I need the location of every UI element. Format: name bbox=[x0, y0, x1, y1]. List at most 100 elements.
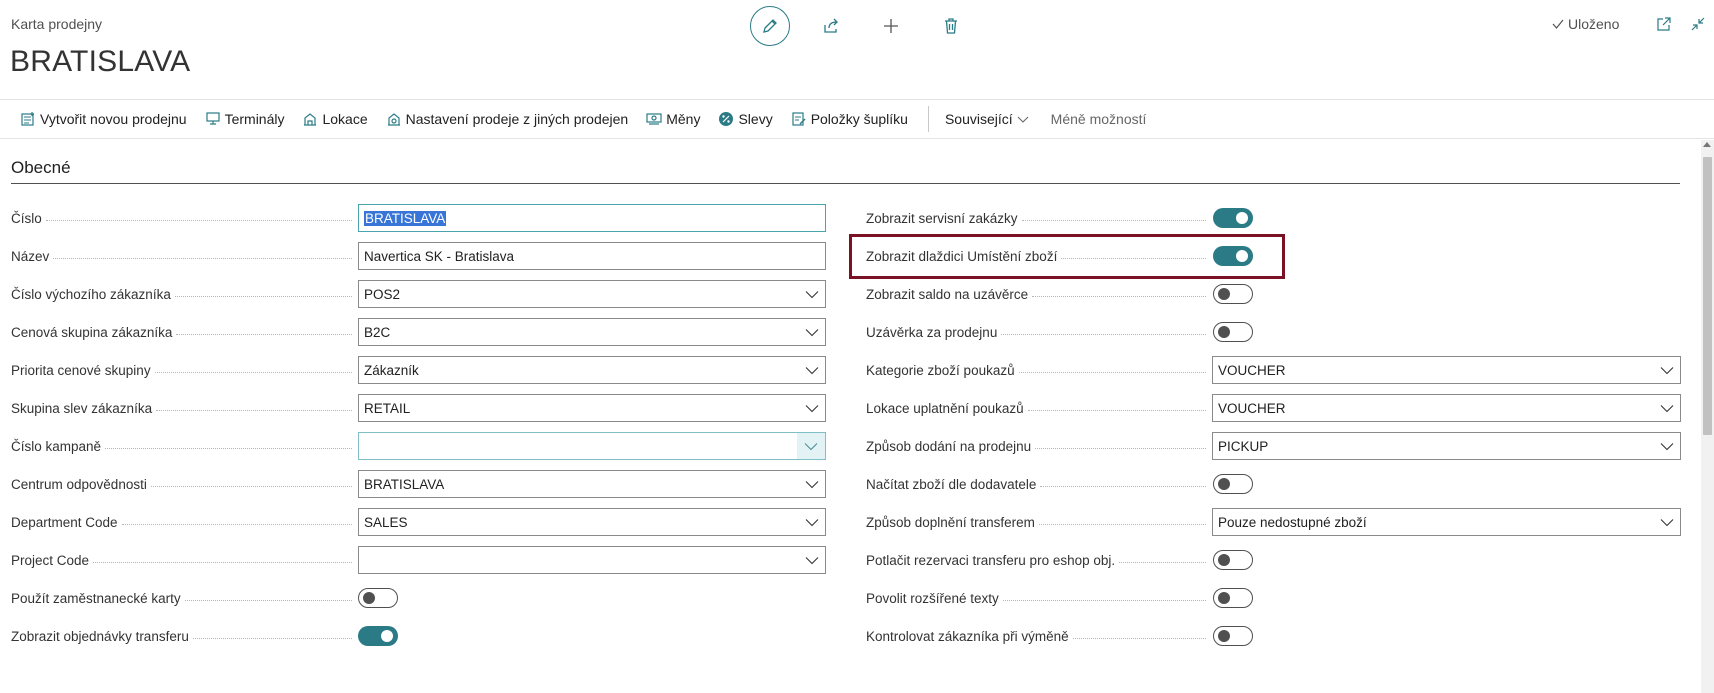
field-label: Způsob doplnění transferem bbox=[866, 508, 1206, 536]
show-closing-balance-toggle[interactable] bbox=[1213, 284, 1253, 304]
field-label: Načítat zboží dle dodavatele bbox=[866, 470, 1206, 498]
action-new-store[interactable]: Vytvořit novou prodejnu bbox=[20, 111, 187, 127]
action-label: Nastavení prodeje z jiných prodejen bbox=[405, 111, 629, 127]
action-label: Lokace bbox=[322, 111, 368, 127]
scrollbar-thumb[interactable] bbox=[1703, 157, 1712, 435]
chevron-down-icon bbox=[805, 291, 819, 299]
pencil-icon bbox=[763, 19, 777, 33]
use-employee-cards-toggle[interactable] bbox=[358, 588, 398, 608]
share-button[interactable] bbox=[812, 7, 850, 45]
responsibility-center-select[interactable]: BRATISLAVA bbox=[358, 470, 826, 498]
field-label: Zobrazit objednávky transferu bbox=[11, 622, 352, 650]
field-label: Kategorie zboží poukazů bbox=[866, 356, 1206, 384]
field-label: Centrum odpovědnosti bbox=[11, 470, 352, 498]
action-currencies[interactable]: Měny bbox=[646, 111, 700, 127]
action-bar: Vytvořit novou prodejnu Terminály Lokace… bbox=[0, 99, 1714, 139]
store-closing-toggle[interactable] bbox=[1213, 322, 1253, 342]
field-label: Department Code bbox=[11, 508, 352, 536]
default-customer-select[interactable]: POS2 bbox=[358, 280, 826, 308]
action-separator bbox=[927, 106, 929, 132]
open-new-window-button[interactable] bbox=[1654, 14, 1674, 34]
customer-discount-group-select[interactable]: RETAIL bbox=[358, 394, 826, 422]
action-label: Související bbox=[944, 111, 1013, 127]
chevron-down-icon bbox=[1660, 443, 1674, 451]
plus-icon bbox=[884, 19, 898, 33]
section-title[interactable]: Obecné bbox=[11, 158, 71, 178]
field-label: Uzávěrka za prodejnu bbox=[866, 318, 1206, 346]
chevron-down-icon bbox=[1660, 405, 1674, 413]
chevron-down-icon bbox=[1660, 367, 1674, 375]
chevron-down-icon bbox=[805, 405, 819, 413]
open-new-window-icon bbox=[1657, 17, 1671, 31]
terminal-icon bbox=[205, 112, 220, 125]
chevron-down-icon bbox=[805, 481, 819, 489]
delete-button[interactable] bbox=[932, 7, 970, 45]
settings-icon bbox=[387, 113, 400, 126]
action-related[interactable]: Související bbox=[945, 111, 1033, 127]
field-label: Kontrolovat zákazníka při výměně bbox=[866, 622, 1206, 650]
action-label: Slevy bbox=[738, 111, 773, 127]
action-terminals[interactable]: Terminály bbox=[205, 111, 285, 127]
number-input[interactable]: BRATISLAVA bbox=[358, 204, 826, 232]
window-controls bbox=[1654, 14, 1708, 34]
field-label: Povolit rozšířené texty bbox=[866, 584, 1206, 612]
load-items-by-vendor-toggle[interactable] bbox=[1213, 474, 1253, 494]
voucher-item-category-select[interactable]: VOUCHER bbox=[1212, 356, 1681, 384]
dropdown-button[interactable] bbox=[797, 433, 825, 459]
section-divider bbox=[11, 183, 1680, 184]
header-actions bbox=[750, 6, 992, 46]
highlight-box bbox=[849, 234, 1285, 279]
chevron-down-icon bbox=[805, 329, 819, 337]
collapse-button[interactable] bbox=[1688, 14, 1708, 34]
name-input[interactable]: Navertica SK - Bratislava bbox=[358, 242, 826, 270]
action-label: Měny bbox=[666, 111, 701, 127]
page-title: BRATISLAVA bbox=[10, 45, 191, 78]
field-label: Použít zaměstnanecké karty bbox=[11, 584, 352, 612]
campaign-number-select[interactable] bbox=[358, 432, 826, 460]
check-customer-on-exchange-toggle[interactable] bbox=[1213, 626, 1253, 646]
price-group-priority-select[interactable]: Zákazník bbox=[358, 356, 826, 384]
field-label: Číslo výchozího zákazníka bbox=[11, 280, 352, 308]
scroll-up-arrow-icon[interactable] bbox=[1703, 142, 1711, 147]
field-label: Název bbox=[11, 242, 352, 270]
action-label: Položky šuplíku bbox=[810, 111, 908, 127]
action-locations[interactable]: Lokace bbox=[302, 111, 368, 127]
trash-icon bbox=[945, 18, 957, 34]
action-sales-settings[interactable]: Nastavení prodeje z jiných prodejen bbox=[386, 111, 629, 127]
action-drawer-items[interactable]: Položky šuplíku bbox=[791, 111, 908, 127]
project-code-select[interactable] bbox=[358, 546, 826, 574]
page-header: Karta prodejny BRATISLAVA Uloženo bbox=[0, 0, 1714, 94]
field-label: Číslo bbox=[11, 204, 352, 232]
show-transfer-orders-toggle[interactable] bbox=[358, 626, 398, 646]
location-icon bbox=[304, 113, 317, 126]
allow-extended-texts-toggle[interactable] bbox=[1213, 588, 1253, 608]
transfer-replenishment-method-select[interactable]: Pouze nedostupné zboží bbox=[1212, 508, 1681, 536]
department-code-select[interactable]: SALES bbox=[358, 508, 826, 536]
new-button[interactable] bbox=[872, 7, 910, 45]
field-label: Skupina slev zákazníka bbox=[11, 394, 352, 422]
voucher-redemption-location-select[interactable]: VOUCHER bbox=[1212, 394, 1681, 422]
action-label: Méně možností bbox=[1050, 111, 1147, 127]
field-label: Cenová skupina zákazníka bbox=[11, 318, 352, 346]
action-label: Vytvořit novou prodejnu bbox=[40, 111, 187, 127]
field-label: Číslo kampaně bbox=[11, 432, 352, 460]
saved-label: Uloženo bbox=[1568, 16, 1620, 32]
show-service-orders-toggle[interactable] bbox=[1213, 208, 1253, 228]
edit-button[interactable] bbox=[750, 6, 790, 46]
new-store-icon bbox=[21, 112, 34, 126]
action-fewer-options[interactable]: Méně možností bbox=[1051, 111, 1147, 127]
page-caption: Karta prodejny bbox=[11, 16, 103, 32]
customer-price-group-select[interactable]: B2C bbox=[358, 318, 826, 346]
saved-status: Uloženo bbox=[1551, 16, 1619, 32]
field-label: Zobrazit saldo na uzávěrce bbox=[866, 280, 1206, 308]
chevron-down-icon bbox=[805, 557, 819, 565]
field-label: Priorita cenové skupiny bbox=[11, 356, 352, 384]
suppress-transfer-reservation-toggle[interactable] bbox=[1213, 550, 1253, 570]
drawer-items-icon bbox=[792, 112, 806, 126]
action-label: Terminály bbox=[224, 111, 285, 127]
field-label: Lokace uplatnění poukazů bbox=[866, 394, 1206, 422]
chevron-down-icon bbox=[805, 519, 819, 527]
chevron-down-icon bbox=[804, 443, 818, 451]
action-discounts[interactable]: Slevy bbox=[718, 111, 773, 127]
store-delivery-method-select[interactable]: PICKUP bbox=[1212, 432, 1681, 460]
